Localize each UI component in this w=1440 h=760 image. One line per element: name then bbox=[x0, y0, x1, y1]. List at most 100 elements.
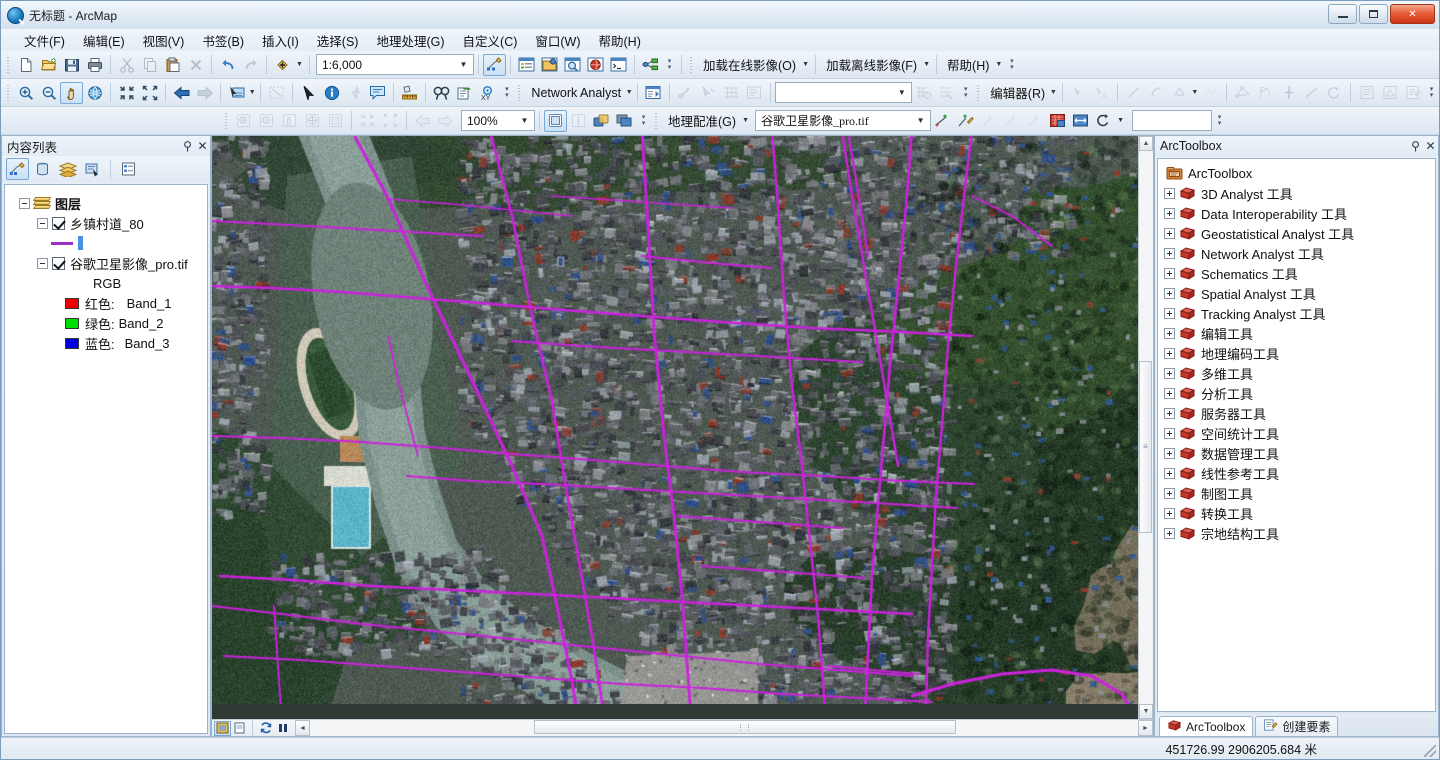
map-canvas[interactable] bbox=[212, 136, 1138, 719]
hscroll-track[interactable]: ⋮⋮ bbox=[310, 720, 1138, 736]
list-by-drawing-order-icon[interactable] bbox=[6, 158, 29, 180]
pause-drawing-icon[interactable] bbox=[274, 721, 291, 736]
satellite-imagery[interactable] bbox=[212, 136, 1138, 704]
find-route-icon[interactable] bbox=[453, 82, 476, 104]
menu-view[interactable]: 视图(V) bbox=[134, 29, 194, 52]
rectify-icon[interactable] bbox=[1069, 110, 1092, 132]
toolbox-item[interactable]: 编辑工具 bbox=[1162, 323, 1435, 343]
network-analyst-window-icon[interactable] bbox=[642, 82, 665, 104]
pin-icon[interactable]: ⚲ bbox=[180, 139, 195, 153]
chevron-down-icon[interactable]: ▼ bbox=[456, 56, 471, 73]
open-document-icon[interactable] bbox=[37, 54, 60, 76]
expander-icon[interactable] bbox=[1164, 448, 1175, 459]
minimize-button[interactable] bbox=[1328, 4, 1357, 24]
options-icon[interactable] bbox=[117, 158, 140, 180]
full-extent-icon[interactable] bbox=[83, 82, 106, 104]
toolbox-item[interactable]: 宗地结构工具 bbox=[1162, 523, 1435, 543]
expander-icon[interactable] bbox=[1164, 388, 1175, 399]
load-online-image-label[interactable]: 加载在线影像(O) bbox=[697, 53, 800, 76]
split-icon[interactable] bbox=[1277, 82, 1300, 104]
transparency-icon[interactable] bbox=[590, 110, 613, 132]
go-forward-extent-icon[interactable] bbox=[193, 82, 216, 104]
edit-annotation-icon[interactable]: A bbox=[1090, 82, 1113, 104]
load-online-image-dropdown[interactable]: ▼ bbox=[800, 54, 811, 76]
menu-geoprocessing[interactable]: 地理处理(G) bbox=[367, 29, 453, 52]
toolbar-grip[interactable] bbox=[653, 111, 660, 131]
data-view-icon[interactable] bbox=[214, 721, 231, 736]
add-control-points-icon[interactable] bbox=[931, 110, 954, 132]
network-analyst-combo[interactable]: ▼ bbox=[775, 82, 912, 103]
toolbar-grip[interactable] bbox=[223, 111, 230, 131]
pan-icon[interactable] bbox=[60, 82, 83, 104]
zoom-in-icon[interactable] bbox=[14, 82, 37, 104]
arctoolbox-root[interactable]: ArcToolbox bbox=[1162, 163, 1435, 183]
vscroll-track[interactable]: ≡ bbox=[1139, 151, 1153, 704]
toolbox-item[interactable]: Network Analyst 工具 bbox=[1162, 243, 1435, 263]
fixed-zoom-out-icon[interactable] bbox=[138, 82, 161, 104]
expander-icon[interactable] bbox=[1164, 188, 1175, 199]
add-data-icon[interactable] bbox=[271, 54, 294, 76]
toolbox-item[interactable]: 数据管理工具 bbox=[1162, 443, 1435, 463]
toolbox-item[interactable]: Geostatistical Analyst 工具 bbox=[1162, 223, 1435, 243]
toolbar-overflow-button[interactable]: ▾ ▾ bbox=[960, 81, 971, 105]
online-image-help-dropdown[interactable]: ▼ bbox=[993, 54, 1004, 76]
georef-pan-icon[interactable] bbox=[278, 110, 301, 132]
toc-layer-vector[interactable]: 乡镇村道_80 bbox=[11, 213, 207, 233]
scroll-right-arrow[interactable]: ► bbox=[1138, 720, 1153, 736]
view-link-table-icon[interactable] bbox=[977, 110, 1000, 132]
flicker-icon[interactable] bbox=[544, 110, 567, 132]
expander-icon[interactable] bbox=[1164, 368, 1175, 379]
fixed-zoom-in-icon[interactable] bbox=[115, 82, 138, 104]
undo-icon[interactable] bbox=[216, 54, 239, 76]
band-color-swatch-green[interactable] bbox=[65, 318, 79, 329]
expander-icon[interactable] bbox=[37, 258, 48, 269]
menu-insert[interactable]: 插入(I) bbox=[253, 29, 308, 52]
toolbox-item[interactable]: 服务器工具 bbox=[1162, 403, 1435, 423]
georef-full-extent-icon[interactable] bbox=[301, 110, 324, 132]
select-elements-icon[interactable] bbox=[297, 82, 320, 104]
menu-help[interactable]: 帮助(H) bbox=[590, 29, 650, 52]
create-network-location-icon[interactable] bbox=[674, 82, 697, 104]
editor-menu-dropdown[interactable]: ▼ bbox=[1049, 82, 1057, 104]
chevron-down-icon[interactable]: ▼ bbox=[517, 112, 532, 129]
editor-toolbar-icon[interactable] bbox=[483, 54, 506, 76]
attributes-icon[interactable] bbox=[1355, 82, 1378, 104]
zoom-out-icon[interactable] bbox=[37, 82, 60, 104]
georef-zoom-out-icon[interactable] bbox=[255, 110, 278, 132]
expander-icon[interactable] bbox=[1164, 508, 1175, 519]
layer-visibility-checkbox[interactable] bbox=[52, 257, 65, 270]
band-color-swatch-blue[interactable] bbox=[65, 338, 79, 349]
tab-arctoolbox[interactable]: ArcToolbox bbox=[1159, 716, 1253, 736]
toolbox-item[interactable]: Spatial Analyst 工具 bbox=[1162, 283, 1435, 303]
select-network-location-icon[interactable] bbox=[697, 82, 720, 104]
update-georeferencing-icon[interactable] bbox=[1046, 110, 1069, 132]
menu-window[interactable]: 窗口(W) bbox=[526, 29, 589, 52]
expander-icon[interactable] bbox=[37, 218, 48, 229]
close-icon[interactable]: ✕ bbox=[1423, 139, 1438, 153]
toolbox-item[interactable]: Data Interoperability 工具 bbox=[1162, 203, 1435, 223]
copy-icon[interactable] bbox=[138, 54, 161, 76]
georef-image-display-icon[interactable] bbox=[324, 110, 347, 132]
toolbar-grip[interactable] bbox=[516, 83, 523, 103]
expander-icon[interactable] bbox=[1164, 228, 1175, 239]
select-features-icon[interactable] bbox=[225, 82, 248, 104]
vscroll-thumb[interactable]: ≡ bbox=[1139, 361, 1152, 532]
rotate-left-icon[interactable] bbox=[356, 110, 379, 132]
load-offline-image-label[interactable]: 加载离线影像(F) bbox=[820, 53, 921, 76]
arcglobe-icon[interactable] bbox=[584, 54, 607, 76]
online-image-help-label[interactable]: 帮助(H) bbox=[941, 53, 993, 76]
chevron-down-icon[interactable]: ▼ bbox=[894, 84, 909, 101]
toolbox-item[interactable]: 3D Analyst 工具 bbox=[1162, 183, 1435, 203]
rotate-icon[interactable] bbox=[1323, 82, 1346, 104]
menu-edit[interactable]: 编辑(E) bbox=[74, 29, 134, 52]
create-features-icon[interactable] bbox=[1401, 82, 1424, 104]
map-vertical-scrollbar[interactable]: ▲ ≡ ▼ bbox=[1138, 136, 1153, 719]
load-offline-image-dropdown[interactable]: ▼ bbox=[921, 54, 932, 76]
delete-icon[interactable] bbox=[184, 54, 207, 76]
expander-icon[interactable] bbox=[1164, 328, 1175, 339]
construction-tool-dropdown[interactable]: ▼ bbox=[1191, 82, 1199, 104]
directions-window-icon[interactable] bbox=[743, 82, 766, 104]
python-window-icon[interactable] bbox=[607, 54, 630, 76]
expander-icon[interactable] bbox=[1164, 348, 1175, 359]
georef-zoom-combo[interactable]: 100% ▼ bbox=[461, 110, 535, 131]
